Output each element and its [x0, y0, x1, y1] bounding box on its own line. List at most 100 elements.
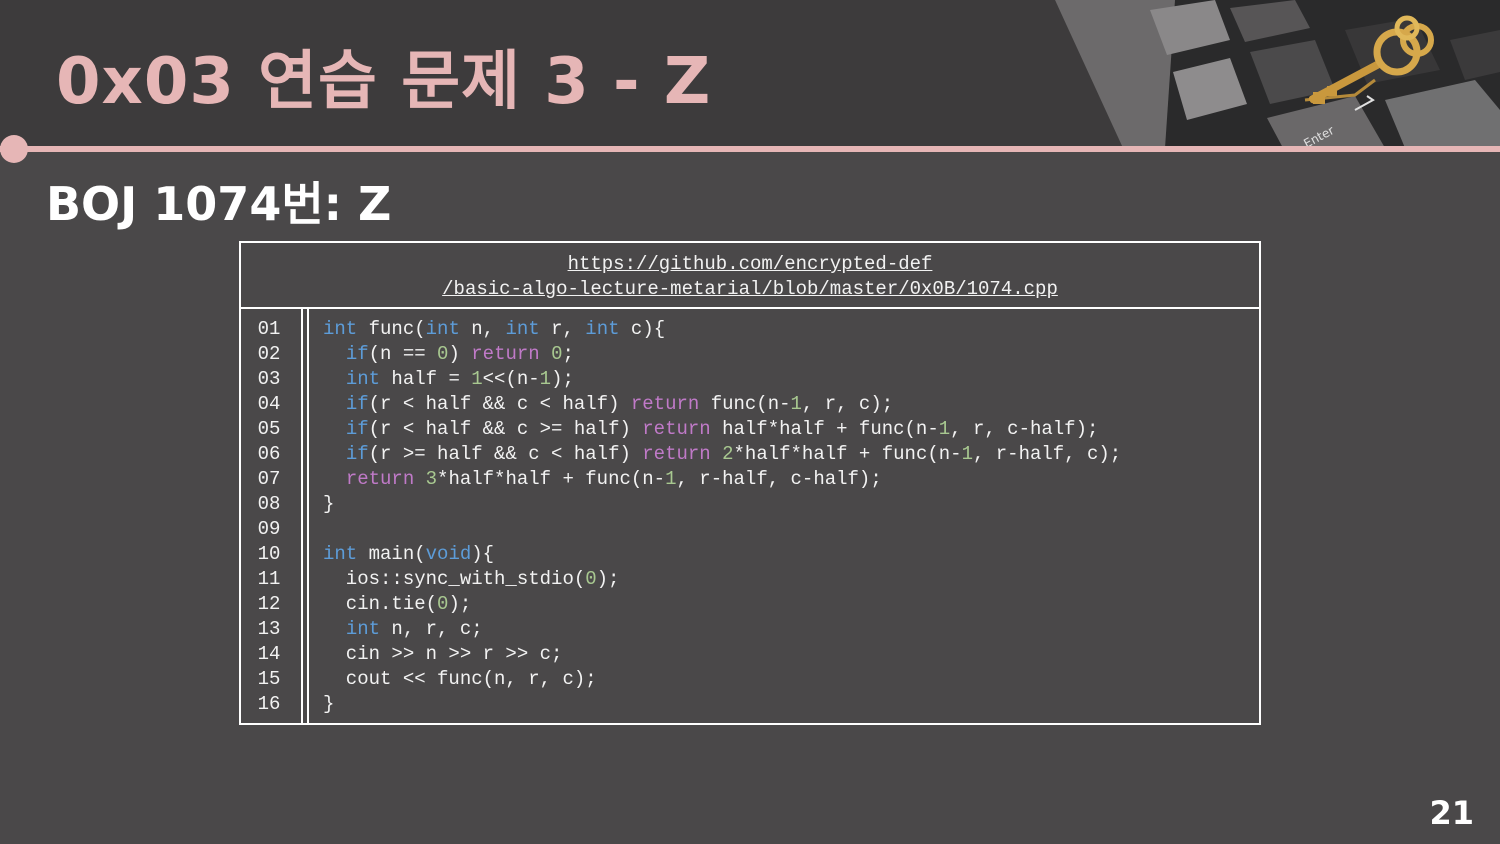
keyboard-key-illustration: Enter	[1055, 0, 1500, 148]
code-token: cin.tie(	[323, 593, 438, 615]
code-line: cout << func(n, r, c);	[323, 667, 1253, 692]
code-token: 1	[961, 443, 973, 465]
code-token: n,	[459, 318, 506, 340]
code-token: 0	[437, 593, 449, 615]
code-token: int	[505, 318, 540, 340]
code-token: <<(n-	[482, 368, 540, 390]
code-token: cin >> n >> r >> c;	[323, 643, 563, 665]
header-accent-dot	[0, 135, 28, 163]
line-number: 05	[257, 418, 281, 440]
code-token: (r >= half && c < half)	[368, 443, 643, 465]
code-token: func(n-	[699, 393, 791, 415]
code-token: if	[345, 343, 369, 365]
code-token: return	[471, 343, 540, 365]
source-url-line-1[interactable]: https://github.com/encrypted-def	[241, 252, 1259, 277]
code-token: return	[345, 468, 415, 490]
code-line: int n, r, c;	[323, 617, 1253, 642]
code-token: }	[323, 693, 335, 715]
code-token: return	[642, 443, 711, 465]
line-number: 01	[257, 318, 281, 340]
code-token: 3	[425, 468, 438, 490]
code-token: *half*half + func(n-	[437, 468, 666, 490]
code-token: if	[345, 443, 369, 465]
code-token: );	[448, 593, 472, 615]
code-listing: int func(int n, int r, int c){ if(n == 0…	[323, 317, 1253, 717]
code-line: }	[323, 492, 1253, 517]
code-token: int	[345, 618, 381, 640]
code-token: main(	[357, 543, 426, 565]
code-token: , r, c-half);	[950, 418, 1099, 440]
code-token: 0	[437, 343, 449, 365]
slide-title: 0x03 연습 문제 3 - Z	[56, 45, 712, 119]
code-token: int	[323, 318, 358, 340]
code-token: int	[585, 318, 620, 340]
code-token: 1	[938, 418, 951, 440]
code-token: (n ==	[368, 343, 438, 365]
line-number: 02	[257, 343, 281, 365]
code-box: https://github.com/encrypted-def /basic-…	[239, 241, 1261, 725]
code-token: ;	[562, 343, 574, 365]
page-number: 21	[1429, 794, 1474, 832]
code-token: func(	[357, 318, 426, 340]
source-url[interactable]: https://github.com/encrypted-def /basic-…	[241, 243, 1259, 309]
code-line: if(n == 0) return 0;	[323, 342, 1253, 367]
code-line: return 3*half*half + func(n-1, r-half, c…	[323, 467, 1253, 492]
code-token: c){	[619, 318, 666, 340]
code-line: cin >> n >> r >> c;	[323, 642, 1253, 667]
keyboard-key-image: Enter	[1055, 0, 1500, 148]
code-token: *half*half + func(n-	[733, 443, 962, 465]
line-number: 07	[257, 468, 281, 490]
source-url-line-2[interactable]: /basic-algo-lecture-metarial/blob/master…	[241, 277, 1259, 302]
code-token: ){	[471, 543, 495, 565]
code-token: if	[345, 393, 369, 415]
code-token: (r < half && c < half)	[368, 393, 631, 415]
code-token: if	[345, 418, 369, 440]
code-line: if(r < half && c >= half) return half*ha…	[323, 417, 1253, 442]
code-token: cout << func(n, r, c);	[323, 668, 597, 690]
code-line: if(r >= half && c < half) return 2*half*…	[323, 442, 1253, 467]
code-token: return	[642, 418, 711, 440]
code-line: if(r < half && c < half) return func(n-1…	[323, 392, 1253, 417]
code-token: , r-half, c-half);	[676, 468, 882, 490]
code-token: 1	[665, 468, 677, 490]
code-token: 2	[722, 443, 734, 465]
code-line: int func(int n, int r, int c){	[323, 317, 1253, 342]
code-token: void	[425, 543, 472, 565]
code-token: n, r, c;	[380, 618, 483, 640]
header-accent-line	[0, 146, 1500, 152]
line-number: 13	[257, 618, 281, 640]
line-number: 04	[257, 393, 281, 415]
code-token: half =	[380, 368, 472, 390]
code-token: 0	[551, 343, 563, 365]
code-line: }	[323, 692, 1253, 717]
line-number: 10	[257, 543, 281, 565]
code-token: r,	[539, 318, 586, 340]
code-line: int half = 1<<(n-1);	[323, 367, 1253, 392]
problem-title: BOJ 1074번: Z	[46, 177, 392, 231]
code-line: cin.tie(0);	[323, 592, 1253, 617]
line-number: 12	[257, 593, 281, 615]
line-number-gutter: 01 02 03 04 05 06 07 08 09 10 11 12 13 14 15 16	[241, 309, 309, 723]
code-token: );	[551, 368, 574, 390]
code-token: int	[345, 368, 381, 390]
code-token: int	[425, 318, 460, 340]
code-token: }	[323, 493, 335, 515]
line-number: 08	[257, 493, 281, 515]
line-number: 06	[257, 443, 281, 465]
code-token: , r, c);	[801, 393, 894, 415]
code-line: int main(void){	[323, 542, 1253, 567]
code-token: )	[448, 343, 472, 365]
code-token: 0	[585, 568, 597, 590]
code-line: ios::sync_with_stdio(0);	[323, 567, 1253, 592]
code-token: 1	[471, 368, 483, 390]
code-token: , r-half, c);	[972, 443, 1122, 465]
